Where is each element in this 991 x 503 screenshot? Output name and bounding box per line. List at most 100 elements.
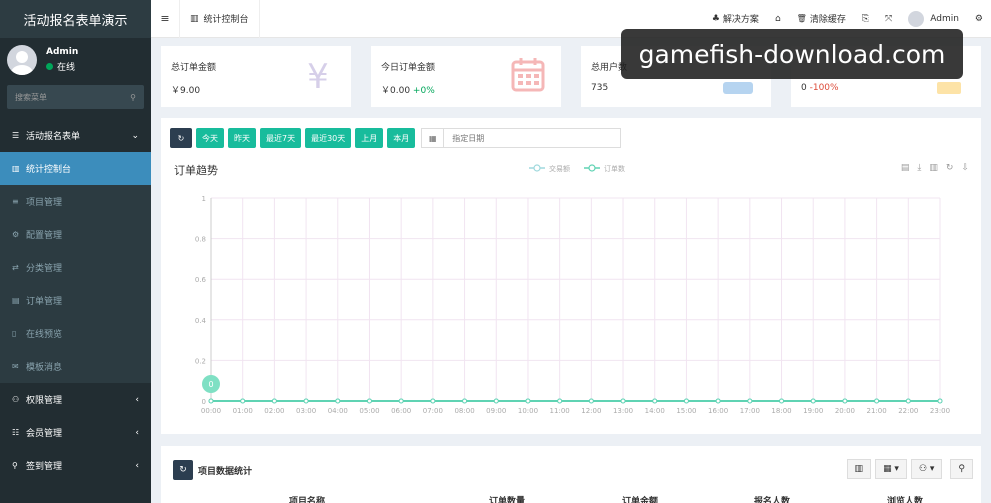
card-title: 总订单金额: [171, 63, 217, 73]
data-point: [715, 398, 721, 404]
columns-dropdown[interactable]: ▦ ▾: [875, 459, 907, 479]
sidebar-item-label: 活动报名表单: [26, 132, 81, 142]
online-dot-icon: [46, 63, 53, 70]
search-icon[interactable]: ⚲: [130, 93, 136, 102]
x-tick-label: 14:00: [645, 407, 665, 415]
x-tick-label: 08:00: [454, 407, 474, 415]
data-point: [430, 398, 436, 404]
x-tick-label: 21:00: [867, 407, 887, 415]
sidebar-item-preview[interactable]: ▯ 在线预览: [0, 317, 151, 350]
sidebar-item-label: 权限管理: [26, 396, 63, 406]
app-brand[interactable]: 活动报名表单演示: [0, 0, 151, 38]
sidebar-item-categories[interactable]: ⇄ 分类管理: [0, 251, 151, 284]
bar-chart-icon: ▥: [190, 13, 199, 24]
stat-card-today-amount: 今日订单金额 ￥0.00 +0%: [371, 46, 561, 107]
menu-toggle-icon[interactable]: ≡: [151, 12, 179, 25]
x-tick-label: 04:00: [328, 407, 348, 415]
x-tick-label: 16:00: [708, 407, 728, 415]
tab-label: 统计控制台: [203, 15, 249, 25]
x-tick-label: 18:00: [771, 407, 791, 415]
data-point: [937, 398, 943, 404]
trash-icon: 🗑: [796, 14, 807, 23]
data-point: [905, 398, 911, 404]
data-point: [779, 398, 785, 404]
sidebar-item-config[interactable]: ⚙ 配置管理: [0, 218, 151, 251]
x-tick-label: 11:00: [550, 407, 570, 415]
column-header[interactable]: 订单数量: [489, 494, 525, 503]
data-point: [303, 398, 309, 404]
y-tick-label: 0.4: [195, 317, 207, 325]
y-tick-label: 0: [202, 398, 206, 406]
solutions-label: 解决方案: [722, 15, 759, 25]
legend-marker: [533, 164, 541, 172]
chevron-left-icon: ‹: [135, 460, 139, 471]
user-panel: Admin 在线: [0, 38, 151, 82]
sidebar-item-event-form[interactable]: ☰ 活动报名表单 ⌄: [0, 119, 151, 152]
x-tick-label: 09:00: [486, 407, 506, 415]
refresh-icon: ↻: [179, 465, 187, 475]
sidebar-item-members[interactable]: ☷ 会员管理 ‹: [0, 416, 151, 449]
tab-dashboard[interactable]: ▥ 统计控制台: [179, 0, 260, 38]
x-tick-label: 15:00: [676, 407, 696, 415]
settings-button[interactable]: ⚙: [967, 0, 991, 38]
column-header[interactable]: 浏览人数: [887, 494, 923, 503]
sidebar-item-dashboard[interactable]: ▥ 统计控制台: [0, 152, 151, 185]
data-point: [747, 398, 753, 404]
map-marker-icon: ⚲: [12, 461, 18, 470]
data-point: [462, 398, 468, 404]
x-tick-label: 02:00: [264, 407, 284, 415]
yen-icon: ¥: [307, 57, 329, 94]
column-header[interactable]: 报名人数: [754, 494, 790, 503]
chevron-left-icon: ‹: [135, 427, 139, 438]
users-icon: ⚇: [12, 395, 20, 404]
card-value: 735: [591, 83, 609, 93]
x-tick-label: 20:00: [835, 407, 855, 415]
table-toolbar: ▥ ▦ ▾ ⚇ ▾ ⚲: [843, 459, 973, 479]
sidebar-item-label: 统计控制台: [26, 165, 72, 175]
data-point: [398, 398, 404, 404]
data-point: [652, 398, 658, 404]
clear-cache-label: 清除缓存: [809, 15, 846, 25]
table-icon: ▥: [854, 464, 864, 474]
search-button[interactable]: ⚲: [950, 459, 973, 479]
x-tick-label: 23:00: [930, 407, 950, 415]
toggle-view-button[interactable]: ▥: [846, 459, 872, 479]
data-point: [493, 398, 499, 404]
column-header[interactable]: 项目名称: [289, 494, 325, 503]
sidebar-item-orders[interactable]: ▤ 订单管理: [0, 284, 151, 317]
sidebar-item-templates[interactable]: ✉ 模板消息: [0, 350, 151, 383]
envelope-icon: ✉: [12, 362, 19, 371]
export-dropdown[interactable]: ⚇ ▾: [910, 459, 943, 479]
sitemap-icon: ♣: [711, 13, 720, 24]
list-icon: ☷: [12, 428, 20, 437]
sidebar-item-label: 项目管理: [26, 198, 63, 208]
menu-search-placeholder: 搜索菜单: [15, 92, 47, 102]
sidebar-item-label: 在线预览: [26, 330, 63, 340]
home-icon: ⌂: [774, 13, 781, 24]
refresh-button[interactable]: ↻: [173, 460, 193, 480]
y-tick-label: 1: [202, 195, 206, 203]
sidebar-item-projects[interactable]: ≡ 项目管理: [0, 185, 151, 218]
data-point: [588, 398, 594, 404]
column-header[interactable]: 订单金额: [622, 494, 658, 503]
search-icon: ⚲: [958, 464, 965, 474]
x-tick-label: 17:00: [740, 407, 760, 415]
sidebar-menu: ☰ 活动报名表单 ⌄ ▥ 统计控制台 ≡ 项目管理 ⚙ 配置管理 ⇄ 分类管理 …: [0, 119, 151, 482]
bars-icon: ≡: [12, 197, 19, 206]
columns-icon: ▦ ▾: [883, 464, 899, 474]
avatar: [908, 10, 925, 27]
card-title: 今日订单金额: [381, 63, 436, 73]
sidebar-item-label: 配置管理: [26, 231, 63, 241]
data-point: [842, 398, 848, 404]
change-badge: -100%: [809, 83, 839, 93]
menu-search-input[interactable]: 搜索菜单 ⚲: [7, 85, 144, 109]
legend-label: 订单数: [604, 164, 625, 173]
sidebar-item-checkin[interactable]: ⚲ 签到管理 ‹: [0, 449, 151, 482]
sidebar-item-label: 分类管理: [26, 264, 63, 274]
mobile-icon: ▯: [12, 329, 17, 338]
x-tick-label: 22:00: [898, 407, 918, 415]
user-status-label: 在线: [57, 63, 76, 73]
gears-icon: ⚙: [974, 13, 983, 24]
sidebar-item-permissions[interactable]: ⚇ 权限管理 ‹: [0, 383, 151, 416]
x-tick-label: 19:00: [803, 407, 823, 415]
